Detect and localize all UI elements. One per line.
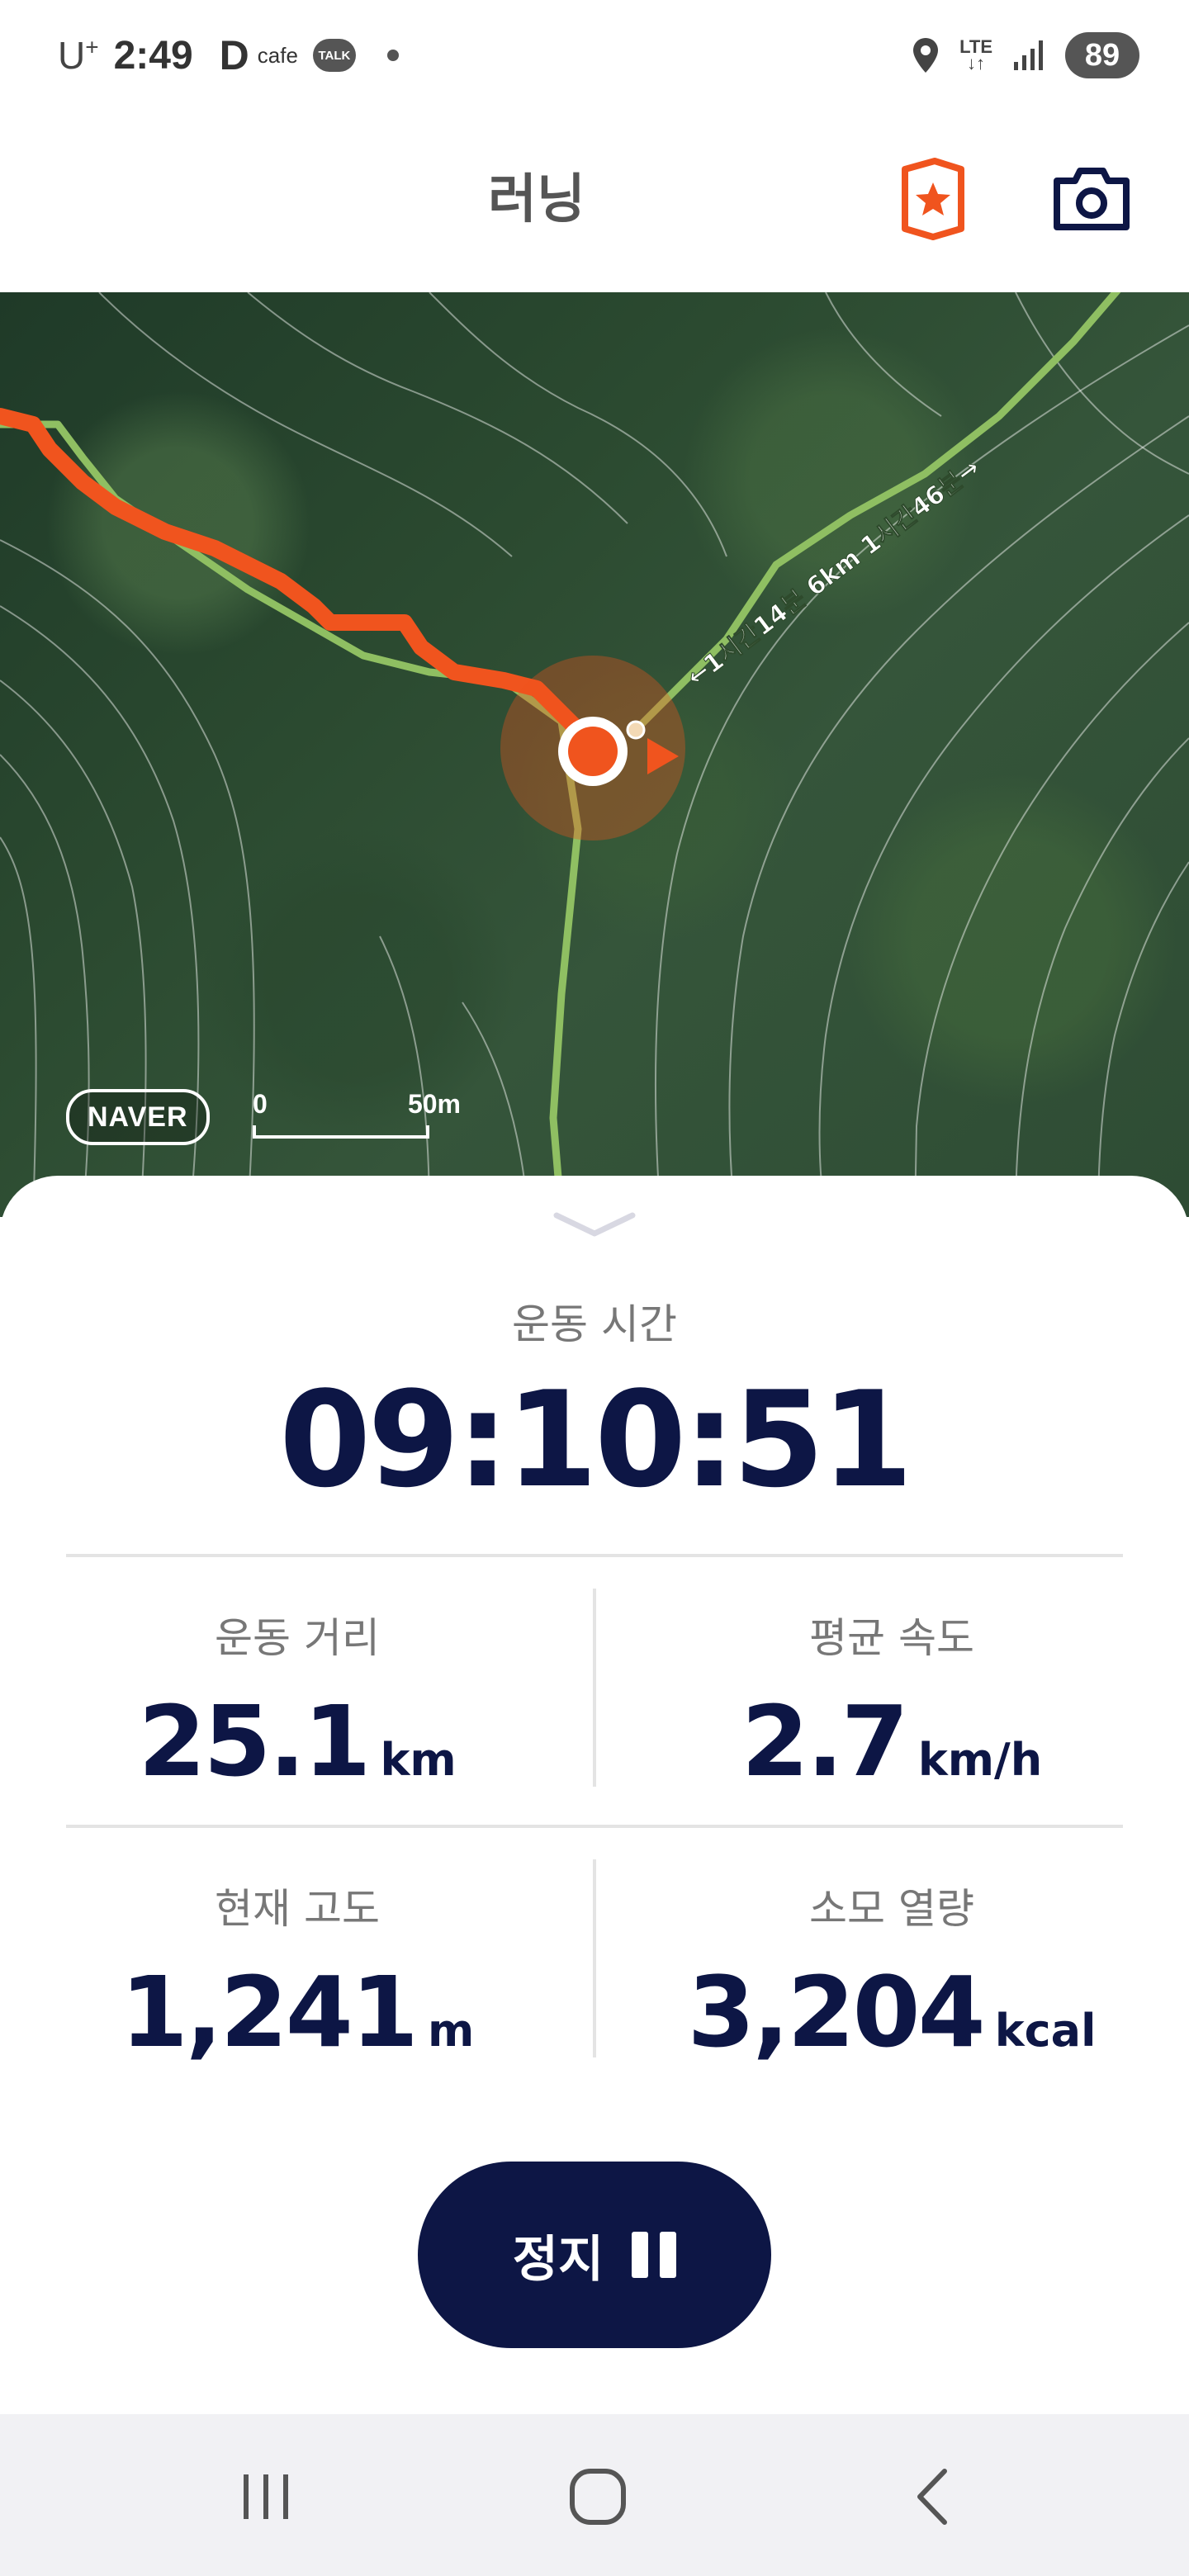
speed-value: 2.7	[741, 1684, 909, 1798]
altitude-unit: m	[427, 2005, 475, 2057]
divider-1	[66, 1554, 1123, 1557]
more-notifications-dot	[386, 50, 399, 61]
distance-label: 운동 거리	[215, 1614, 380, 1662]
divider-2	[66, 1825, 1123, 1828]
signal-icon	[1014, 40, 1043, 70]
status-time: 2:49	[113, 33, 193, 78]
sheet-handle[interactable]	[553, 1209, 636, 1245]
time-value: 09:10:51	[279, 1362, 913, 1517]
map-canvas[interactable]: ←1시간14분 6km 1시간46분→	[0, 292, 1189, 1217]
time-label: 운동 시간	[512, 1300, 677, 1348]
status-bar: U+ 2:49 D cafe TALK LTE ↓↑ 89	[0, 0, 1189, 116]
distance-value-row: 25.1 km	[0, 1684, 594, 1798]
back-button[interactable]	[875, 2455, 991, 2538]
stop-button[interactable]: 정지	[418, 2162, 771, 2348]
back-icon	[917, 2469, 947, 2525]
kakaotalk-notification-icon: TALK	[312, 39, 356, 72]
home-button[interactable]	[540, 2455, 656, 2538]
lte-arrows: ↓↑	[967, 53, 986, 73]
camera-button[interactable]	[1042, 154, 1141, 244]
distance-unit: km	[380, 1734, 457, 1786]
calories-unit: kcal	[994, 2005, 1097, 2057]
app-header: 러닝	[0, 116, 1189, 292]
scale-zero: 0	[253, 1089, 268, 1119]
star-badge-icon	[902, 158, 964, 240]
speed-label: 평균 속도	[809, 1614, 974, 1662]
altitude-value: 1,241	[120, 1955, 419, 2069]
status-bar-right: LTE ↓↑ 89	[912, 28, 1139, 83]
scale-bar	[253, 1125, 429, 1139]
speed-unit: km/h	[917, 1734, 1043, 1786]
system-nav-bar	[0, 2414, 1189, 2576]
carrier-plus: +	[85, 34, 99, 60]
app-d-notification-icon: D	[219, 32, 249, 78]
recent-apps-button[interactable]	[208, 2455, 324, 2538]
stop-label: 정지	[512, 2230, 604, 2289]
calories-value-row: 3,204 kcal	[594, 1955, 1189, 2069]
altitude-value-row: 1,241 m	[0, 1955, 594, 2069]
location-icon	[913, 38, 939, 73]
calories-value: 3,204	[687, 1955, 985, 2069]
speed-value-row: 2.7 km/h	[594, 1684, 1189, 1798]
map-scale: 0 50m	[253, 1089, 461, 1147]
altitude-label: 현재 고도	[215, 1885, 380, 1933]
distance-value: 25.1	[138, 1684, 371, 1798]
carrier-label: U+	[58, 33, 99, 78]
carrier-text: U	[58, 34, 86, 77]
scale-max: 50m	[407, 1089, 461, 1119]
camera-icon	[1054, 168, 1130, 230]
cafe-notification-icon: cafe	[257, 42, 298, 68]
battery-indicator: 89	[1065, 32, 1139, 78]
badge-button[interactable]	[892, 154, 974, 244]
calories-label: 소모 열량	[809, 1885, 974, 1933]
naver-logo: NAVER	[66, 1089, 210, 1145]
pause-icon	[632, 2232, 677, 2278]
lte-indicator: LTE ↓↑	[959, 38, 992, 73]
trail-distance-label: ←1시간14분 6km 1시간46분→	[682, 453, 986, 692]
home-icon	[570, 2469, 626, 2525]
map-view[interactable]: ←1시간14분 6km 1시간46분→ NAVER 0 50m	[0, 292, 1189, 1217]
status-bar-left: U+ 2:49 D cafe TALK	[58, 28, 399, 83]
recent-apps-icon	[244, 2474, 288, 2519]
chevron-down-icon	[553, 1212, 636, 1237]
